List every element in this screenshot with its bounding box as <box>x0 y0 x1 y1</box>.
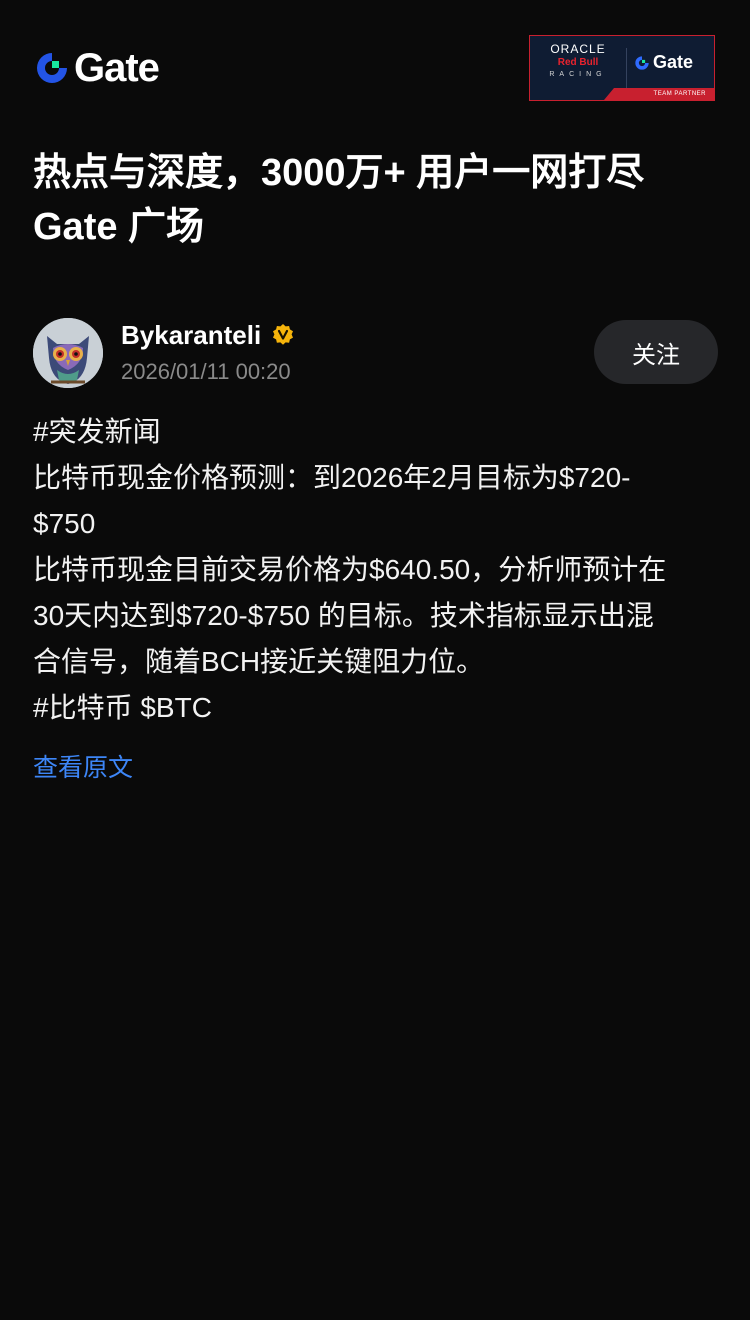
verified-badge-icon <box>273 324 294 345</box>
badge-divider <box>626 48 627 88</box>
post-line: 比特币现金目前交易价格为$640.50，分析师预计在 <box>33 554 667 585</box>
view-original-link[interactable]: 查看原文 <box>33 746 133 790</box>
racing-text: RACING <box>549 71 607 78</box>
headline-line-1: 热点与深度，3000万+ 用户一网打尽 <box>33 152 645 194</box>
page-headline: 热点与深度，3000万+ 用户一网打尽 Gate 广场 <box>33 146 723 254</box>
header: Gate ORACLE Red Bull RACING Gate TEAM PA… <box>0 0 750 130</box>
author-name[interactable]: Bykaranteli <box>121 320 261 350</box>
team-partner-strip: TEAM PARTNER <box>604 88 714 100</box>
owl-avatar-image <box>33 318 103 388</box>
gate-logo[interactable]: Gate <box>34 46 160 90</box>
team-partner-text: TEAM PARTNER <box>653 91 706 97</box>
post-line-hashtag-breaking[interactable]: #突发新闻 <box>33 409 723 455</box>
gate-logo-text: Gate <box>74 46 160 90</box>
badge-gate-logo: Gate <box>634 52 693 73</box>
team-partner-badge: ORACLE Red Bull RACING Gate TEAM PARTNER <box>529 35 715 101</box>
gate-logo-icon <box>37 53 67 83</box>
follow-button[interactable]: 关注 <box>594 320 718 384</box>
oracle-redbull-racing-logo: ORACLE Red Bull RACING <box>538 43 618 81</box>
badge-gate-text: Gate <box>653 52 694 72</box>
gate-logo-icon <box>635 55 649 70</box>
post-line: 比特币现金价格预测：到2026年2月目标为$720- <box>33 462 631 493</box>
oracle-text: ORACLE <box>550 42 606 56</box>
author-row: Bykaranteli 2026/01/11 00:20 关注 <box>33 316 718 388</box>
post-timestamp: 2026/01/11 00:20 <box>121 359 291 384</box>
post-line-hashtags[interactable]: #比特币 $BTC <box>33 685 723 731</box>
headline-line-2: Gate 广场 <box>33 206 205 248</box>
author-name-group: Bykaranteli <box>121 320 295 350</box>
redbull-text: Red Bull <box>557 57 599 68</box>
avatar[interactable] <box>33 318 103 388</box>
post-body: #突发新闻 比特币现金价格预测：到2026年2月目标为$720- $750 比特… <box>33 409 723 731</box>
post-line: 合信号，随着BCH接近关键阻力位。 <box>33 646 485 677</box>
post-line: $750 <box>33 508 96 539</box>
post-line: 30天内达到$720-$750 的目标。技术指标显示出混 <box>33 600 654 631</box>
